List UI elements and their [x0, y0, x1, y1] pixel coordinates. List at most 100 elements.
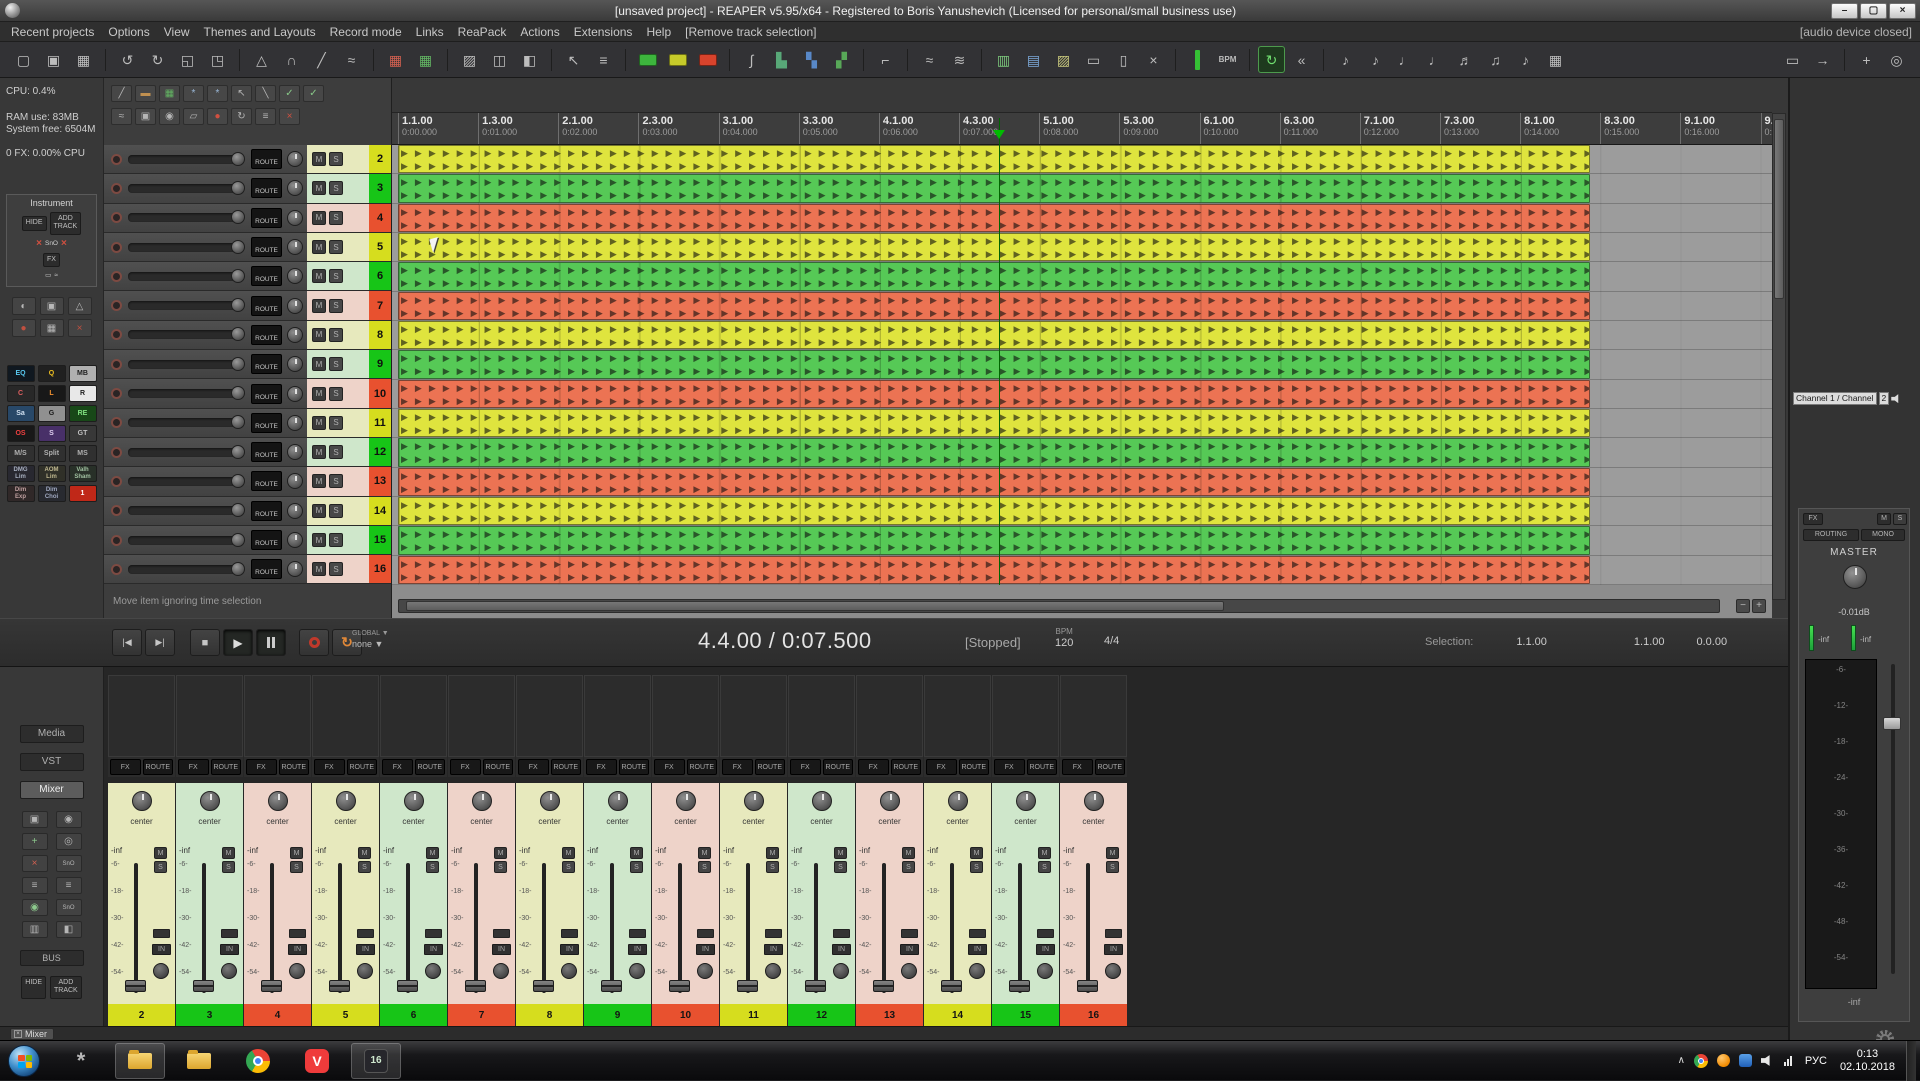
volume-slider-knob[interactable] [231, 533, 245, 547]
strip-route-button[interactable]: ROUTE [1095, 759, 1126, 775]
route-button[interactable]: ROUTE [251, 266, 282, 286]
toolbar-pencil-edit-button[interactable]: ╱ [308, 46, 335, 73]
solo-button[interactable]: S [329, 299, 343, 313]
toolbar-fx-browser-button[interactable]: ▨ [1050, 46, 1077, 73]
toolbar-go-to-start-button[interactable]: « [1288, 46, 1315, 73]
solo-button[interactable]: S [329, 416, 343, 430]
strip-route-button[interactable]: ROUTE [1027, 759, 1058, 775]
menu-item-extensions[interactable]: Extensions [567, 23, 640, 41]
mute-button[interactable]: M [312, 416, 326, 430]
midi-item[interactable]: ▶▶▶▶▶▶▶▶▶▶▶▶▶▶▶▶▶▶▶▶▶▶▶▶▶▶▶▶▶▶▶▶▶▶▶▶▶▶▶▶… [398, 409, 1590, 437]
toolbar-crosshair-button[interactable]: + [1853, 46, 1880, 73]
tray-orange-icon[interactable] [1717, 1054, 1730, 1067]
strip-route-button[interactable]: ROUTE [619, 759, 650, 775]
toolbar-auto-crossfade-button[interactable]: ◫ [486, 46, 513, 73]
strip-fader-handle[interactable] [601, 980, 622, 992]
strip-pan-knob[interactable] [200, 791, 220, 811]
record-arm-button[interactable] [111, 154, 122, 165]
solo-button[interactable]: S [329, 562, 343, 576]
strip-input-button[interactable]: IN [288, 944, 307, 955]
menu-item-reapack[interactable]: ReaPack [451, 23, 514, 41]
mute-button[interactable]: M [312, 328, 326, 342]
record-arm-button[interactable] [111, 329, 122, 340]
strip-io-button[interactable] [561, 929, 578, 938]
strip-io-button[interactable] [969, 929, 986, 938]
strip-io-button[interactable] [1037, 929, 1054, 938]
horizontal-scrollbar[interactable] [398, 599, 1720, 613]
strip-width-knob[interactable] [357, 963, 373, 979]
strip-fader-track[interactable] [678, 863, 682, 993]
toolbar-item-color-yellow-button[interactable] [664, 46, 691, 73]
arrange-track-lane-14[interactable]: ▶▶▶▶▶▶▶▶▶▶▶▶▶▶▶▶▶▶▶▶▶▶▶▶▶▶▶▶▶▶▶▶▶▶▶▶▶▶▶▶… [392, 497, 1772, 526]
strip-fader-handle[interactable] [329, 980, 350, 992]
pan-knob[interactable] [287, 532, 303, 548]
strip-mute-button[interactable]: M [766, 847, 779, 859]
strip-io-button[interactable] [901, 929, 918, 938]
mute-button[interactable]: M [312, 533, 326, 547]
tcp-freeze-a-button[interactable]: * [183, 85, 204, 102]
strip-mute-button[interactable]: M [630, 847, 643, 859]
toolbar-docker-toggle-button[interactable]: ▭ [1779, 46, 1806, 73]
strip-fx-button[interactable]: FX [994, 759, 1025, 775]
taskbar-utility-app[interactable]: * [56, 1043, 106, 1079]
pan-knob[interactable] [287, 415, 303, 431]
strip-mute-button[interactable]: M [426, 847, 439, 859]
solo-button[interactable]: S [329, 269, 343, 283]
plugin-tile-aom-lim[interactable]: AOM Lim [38, 465, 66, 482]
sidebar-close-icon[interactable]: × [68, 319, 92, 337]
toolbar-note-quarter-button[interactable]: ♩ [1392, 46, 1419, 73]
strip-mute-button[interactable]: M [1038, 847, 1051, 859]
strip-fader-track[interactable] [950, 863, 954, 993]
strip-mute-button[interactable]: M [562, 847, 575, 859]
show-desktop-button[interactable] [1906, 1041, 1916, 1081]
volume-slider[interactable] [128, 213, 243, 222]
sidebar-pan-mode-icon[interactable]: ◐ [12, 297, 36, 315]
strip-fader-handle[interactable] [805, 980, 826, 992]
strip-width-knob[interactable] [1037, 963, 1053, 979]
mute-button[interactable]: M [312, 299, 326, 313]
strip-fader-handle[interactable] [1009, 980, 1030, 992]
plugin-tile-m-s[interactable]: M/S [7, 445, 35, 462]
volume-slider[interactable] [128, 184, 243, 193]
arrange-track-lane-7[interactable]: ▶▶▶▶▶▶▶▶▶▶▶▶▶▶▶▶▶▶▶▶▶▶▶▶▶▶▶▶▶▶▶▶▶▶▶▶▶▶▶▶… [392, 292, 1772, 321]
minimize-button[interactable]: – [1831, 3, 1858, 19]
toolbar-note-eighth-button[interactable]: ♪ [1332, 46, 1359, 73]
close-button[interactable]: × [1889, 3, 1916, 19]
strip-io-button[interactable] [697, 929, 714, 938]
strip-pan-knob[interactable] [1016, 791, 1036, 811]
toolbar-item-color-green-button[interactable] [634, 46, 661, 73]
sidebar-grid-icon[interactable]: ▦ [40, 319, 64, 337]
toolbar-sync-enabled-button[interactable]: ↻ [1258, 46, 1285, 73]
strip-pan-knob[interactable] [812, 791, 832, 811]
menu-item-recent-projects[interactable]: Recent projects [4, 23, 101, 41]
plugin-tile-dim-exp[interactable]: Dim Exp [7, 485, 35, 502]
strip-width-knob[interactable] [221, 963, 237, 979]
menu-item-remove-track-selection[interactable]: [Remove track selection] [678, 23, 823, 41]
toolbar-zoom-project-button[interactable]: ◳ [204, 46, 231, 73]
volume-slider-knob[interactable] [231, 415, 245, 429]
strip-solo-button[interactable]: S [562, 861, 575, 873]
volume-slider[interactable] [128, 155, 243, 164]
volume-icon[interactable] [1761, 1055, 1775, 1067]
midi-item[interactable]: ▶▶▶▶▶▶▶▶▶▶▶▶▶▶▶▶▶▶▶▶▶▶▶▶▶▶▶▶▶▶▶▶▶▶▶▶▶▶▶▶… [398, 145, 1590, 173]
volume-slider[interactable] [128, 389, 243, 398]
strip-insert-area[interactable] [652, 675, 719, 757]
strip-solo-button[interactable]: S [698, 861, 711, 873]
menu-item-links[interactable]: Links [409, 23, 451, 41]
midi-item[interactable]: ▶▶▶▶▶▶▶▶▶▶▶▶▶▶▶▶▶▶▶▶▶▶▶▶▶▶▶▶▶▶▶▶▶▶▶▶▶▶▶▶… [398, 556, 1590, 584]
toolbar-mouse-pointer-tool-button[interactable]: ↖ [560, 46, 587, 73]
toolbar-ripple-edit-button[interactable]: ≈ [338, 46, 365, 73]
tcp-eye-small-button[interactable]: ◉ [159, 108, 180, 125]
strip-input-button[interactable]: IN [764, 944, 783, 955]
mixer-sno-b-icon[interactable]: SnO [56, 899, 82, 916]
midi-item[interactable]: ▶▶▶▶▶▶▶▶▶▶▶▶▶▶▶▶▶▶▶▶▶▶▶▶▶▶▶▶▶▶▶▶▶▶▶▶▶▶▶▶… [398, 204, 1590, 232]
timeline-ruler[interactable]: 1.1.000:00.0001.3.000:01.0002.1.000:02.0… [392, 113, 1772, 145]
master-pan-knob[interactable] [1843, 565, 1867, 589]
route-button[interactable]: ROUTE [251, 530, 282, 550]
tcp-monitor-small-button[interactable]: ▣ [135, 108, 156, 125]
pan-knob[interactable] [287, 180, 303, 196]
strip-insert-area[interactable] [244, 675, 311, 757]
strip-fx-button[interactable]: FX [858, 759, 889, 775]
toolbar-monitor-b-button[interactable]: ▯ [1110, 46, 1137, 73]
strip-input-button[interactable]: IN [628, 944, 647, 955]
